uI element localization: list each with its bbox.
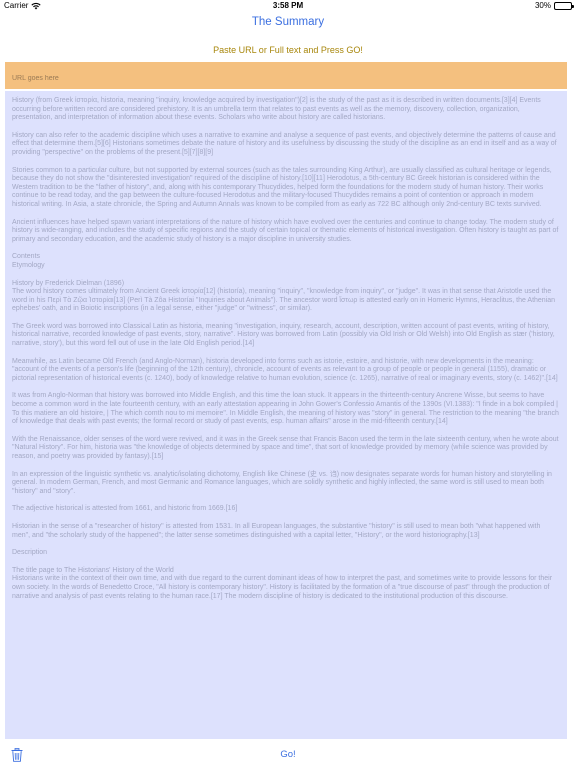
text-paragraph: Contents [12,253,41,261]
bottom-toolbar: Go! [0,740,576,768]
text-paragraph: Ancient influences have helped spawn var… [12,218,559,243]
text-paragraph: The title page to The Historians' Histor… [12,566,174,574]
full-text-area[interactable]: History (from Greek ἱστορία, historia, m… [5,91,567,739]
text-paragraph: In an expression of the linguistic synth… [12,470,552,495]
battery-icon [554,1,574,10]
text-paragraph: Historians write in the context of their… [12,575,553,600]
text-paragraph: Meanwhile, as Latin became Old French (a… [12,357,558,382]
battery-percent: 30% [534,1,551,10]
go-button[interactable]: Go! [0,749,576,760]
text-paragraph: The word history comes ultimately from A… [12,288,556,313]
text-paragraph: History by Frederick Dielman (1896) [12,279,125,287]
text-paragraph: Historian in the sense of a "researcher … [12,522,541,539]
status-right: 30% [534,1,574,10]
text-paragraph: History can also refer to the academic d… [12,131,557,156]
url-bar[interactable] [5,62,567,89]
status-time: 3:58 PM [272,1,304,10]
text-paragraph: It was from Anglo-Norman that history wa… [12,392,559,426]
instruction-text: Paste URL or Full text and Press GO! [213,45,363,55]
page-title: The Summary [251,16,325,28]
text-paragraph: The adjective historical is attested fro… [12,505,238,513]
url-input[interactable] [12,75,560,82]
text-paragraph: Etymology [12,261,45,269]
text-paragraph: With the Renaissance, older senses of th… [12,435,559,460]
status-bar: Carrier 3:58 PM 30% [0,0,576,13]
text-paragraph: History (from Greek ἱστορία, historia, m… [12,97,541,122]
text-paragraph: Description [12,549,48,557]
text-paragraph: Stories common to a particular culture, … [12,166,552,208]
text-paragraph: The Greek word was borrowed into Classic… [12,322,555,348]
